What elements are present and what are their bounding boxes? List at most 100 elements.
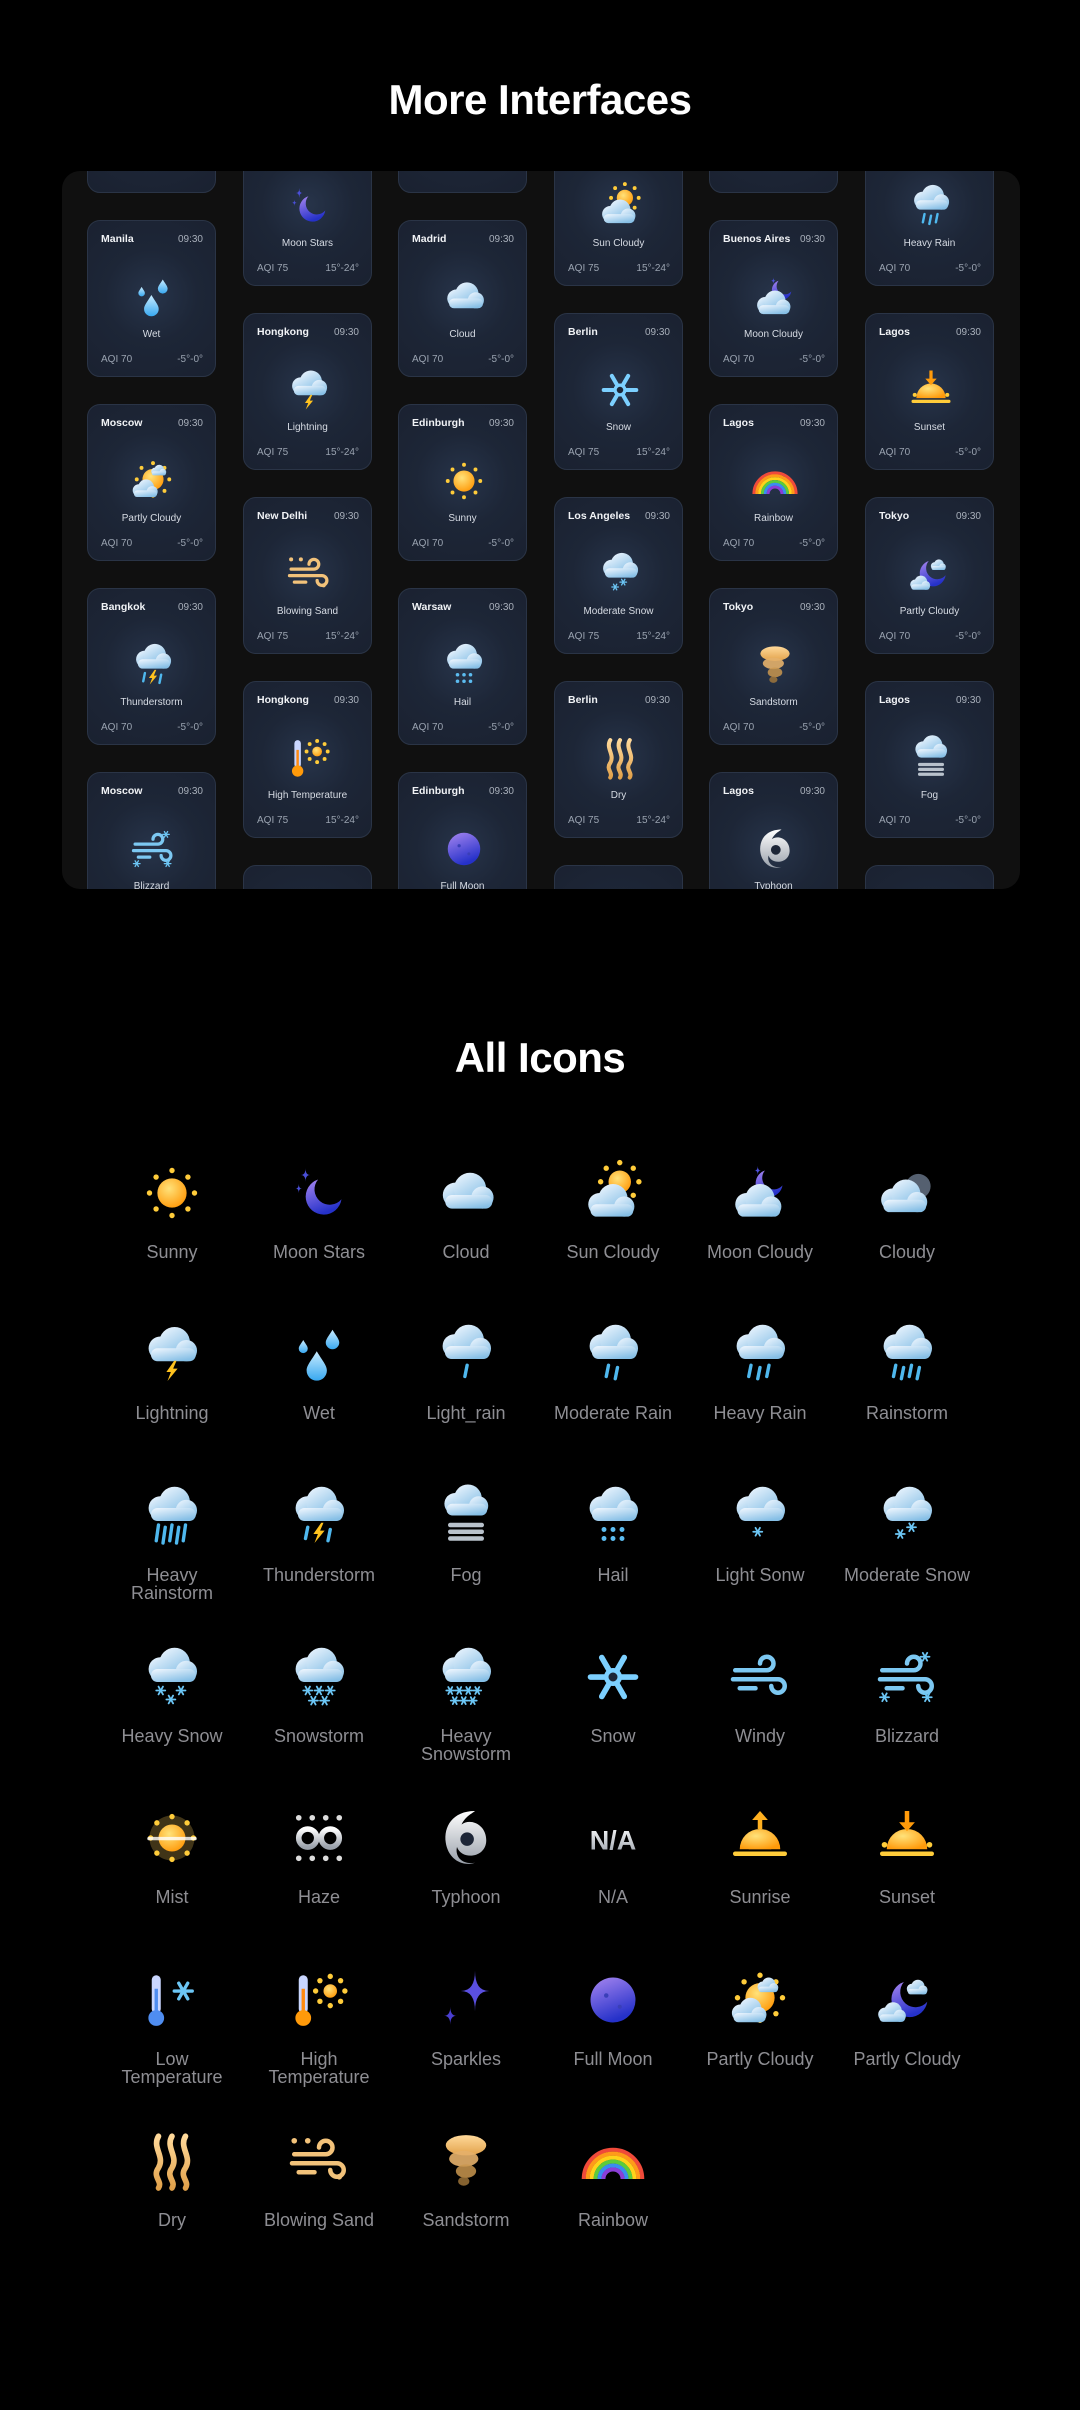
time: 09:30: [333, 695, 359, 706]
condition-label: Full Moon: [440, 881, 485, 889]
temperature-range: 15°-24°: [325, 263, 359, 274]
weather-card[interactable]: Lagos 09:30 Fog AQI 70 -5°-0°: [865, 681, 994, 838]
aqi-value: AQI 75: [568, 263, 600, 274]
weather-card-empty[interactable]: [243, 865, 372, 889]
weather-card-empty[interactable]: [87, 171, 216, 193]
time: 09:30: [333, 511, 359, 522]
condition-label: Thunderstorm: [120, 697, 183, 708]
icon-label: Sparkles: [430, 2048, 502, 2069]
icon-label: Moon Stars: [272, 1242, 366, 1262]
temperature-range: 15°-24°: [325, 447, 359, 458]
time: 09:30: [177, 234, 203, 245]
time: 09:30: [488, 602, 514, 613]
weather-card[interactable]: New Delhi 09:30 Blowing Sand AQI 75 15°-24°: [243, 497, 372, 654]
weather-card-empty[interactable]: [709, 171, 838, 193]
icon-label: Fog: [450, 1564, 482, 1585]
weather-card[interactable]: Bangkok 09:30 Thunderstorm AQI 70 -5°-0°: [87, 588, 216, 745]
temperature-range: 15°-24°: [636, 263, 670, 274]
more-interfaces-title: More Interfaces: [388, 76, 692, 123]
temperature-range: -5°-0°: [177, 354, 203, 365]
partly-cloudy-night-icon: [871, 1964, 943, 2036]
temperature-range: -5°-0°: [955, 815, 981, 826]
weather-card[interactable]: Heavy Rain AQI 70 -5°-0°: [865, 171, 994, 286]
icon-tile: Moderate Snow: [834, 1480, 980, 1584]
weather-card[interactable]: Edinburgh09:30 Full MoonAQI 70-5°-0°: [398, 772, 527, 889]
icon-tile: Sunrise: [687, 1802, 833, 1906]
weather-card[interactable]: Edinburgh 09:30 Sunny AQI 70 -5°-0°: [398, 404, 527, 561]
full-moon-icon: [438, 823, 490, 875]
city-name: Bangkok: [101, 601, 146, 613]
icon-tile: Snowstorm: [246, 1641, 392, 1745]
moon-stars-icon: [283, 1157, 355, 1229]
heavy-snow-icon: [136, 1641, 208, 1713]
aqi-value: AQI 70: [101, 722, 133, 733]
weather-card[interactable]: Tokyo 09:30 Partly Cloudy AQI 70 -5°-0°: [865, 497, 994, 654]
condition-label: Moderate Snow: [583, 606, 654, 617]
snow-icon: [577, 1641, 649, 1713]
weather-card[interactable]: Warsaw 09:30 Hail AQI 70 -5°-0°: [398, 588, 527, 745]
icon-tile: Rainstorm: [834, 1318, 980, 1422]
sandstorm-icon: [749, 639, 801, 691]
icon-tile: Heavy Snow: [99, 1641, 245, 1745]
time: 09:30: [955, 327, 981, 338]
blizzard-icon: [871, 1641, 943, 1713]
time: 09:30: [644, 695, 670, 706]
typhoon-icon: [749, 823, 801, 875]
fog-icon: [905, 732, 957, 784]
icon-tile: Low Temperature: [99, 1964, 245, 2086]
icon-tile: Cloudy: [834, 1157, 980, 1261]
temperature-range: 15°-24°: [325, 631, 359, 642]
icon-label: Hail: [597, 1564, 629, 1585]
icon-tile: Blowing Sand: [246, 2125, 392, 2229]
temperature-range: -5°-0°: [177, 538, 203, 549]
condition-label: Lightning: [287, 422, 328, 433]
weather-card[interactable]: Buenos Aires 09:30 Moon Cloudy AQI 70 -5°-0…: [709, 220, 838, 377]
weather-card[interactable]: Madrid 09:30 Cloud AQI 70 -5°-0°: [398, 220, 527, 377]
sun-cloudy-icon: [594, 180, 646, 232]
weather-card[interactable]: Moscow09:30 BlizzardAQI 70-5°-0°: [87, 772, 216, 889]
weather-card-empty[interactable]: [398, 171, 527, 193]
icon-label: Sandstorm: [422, 2209, 510, 2230]
weather-card[interactable]: Lagos09:30 TyphoonAQI 70-5°-0°: [709, 772, 838, 889]
weather-card[interactable]: Manila 09:30 Wet AQI 70 -5°-0°: [87, 220, 216, 377]
moderate-snow-icon: [871, 1480, 943, 1552]
icon-label: Sunny: [146, 1242, 198, 1262]
weather-card[interactable]: Hongkong 09:30 High Temperature AQI 75 15°-…: [243, 681, 372, 838]
weather-card-empty[interactable]: [865, 865, 994, 889]
weather-card-empty[interactable]: [554, 865, 683, 889]
condition-label: Rainbow: [754, 513, 793, 524]
icon-tile: Snow: [540, 1641, 686, 1745]
condition-label: Fog: [920, 790, 939, 801]
city-name: Lagos: [723, 785, 754, 797]
weather-card[interactable]: Lagos 09:30 Sunset AQI 70 -5°-0°: [865, 313, 994, 470]
time: 09:30: [799, 234, 825, 245]
condition-label: Sun Cloudy: [592, 238, 645, 249]
time: 09:30: [177, 786, 203, 797]
weather-card[interactable]: Tokyo 09:30 Sandstorm AQI 70 -5°-0°: [709, 588, 838, 745]
weather-card[interactable]: Hongkong 09:30 Lightning AQI 75 15°-24°: [243, 313, 372, 470]
snowstorm-icon: [283, 1641, 355, 1713]
icon-tile: Sunset: [834, 1802, 980, 1906]
weather-card[interactable]: Moscow 09:30 Partly Cloudy AQI 70 -5°-0°: [87, 404, 216, 561]
icon-label: Dry: [158, 2209, 186, 2230]
time: 09:30: [644, 327, 670, 338]
dry-icon: [594, 732, 646, 784]
haze-icon: [283, 1802, 355, 1874]
weather-card[interactable]: Berlin 09:30 Snow AQI 75 15°-24°: [554, 313, 683, 470]
icon-tile: N/A N/A: [540, 1802, 686, 1906]
weather-card[interactable]: Los Angeles 09:30 Moderate Snow AQI 75 15°-…: [554, 497, 683, 654]
icon-tile: Heavy Rainstorm: [99, 1480, 245, 1602]
weather-card[interactable]: Moon Stars AQI 75 15°-24°: [243, 171, 372, 286]
moderate-rain-icon: [577, 1318, 649, 1390]
blowing-sand-icon: [283, 2125, 355, 2197]
aqi-value: AQI 70: [879, 447, 911, 458]
icon-tile: Dry: [99, 2125, 245, 2229]
icon-tile: Haze: [246, 1802, 392, 1906]
icon-tile: Sparkles: [393, 1964, 539, 2068]
icon-tile: Fog: [393, 1480, 539, 1584]
svg-text:N/A: N/A: [590, 1825, 637, 1855]
icon-label: Heavy Rain: [713, 1403, 807, 1424]
weather-card[interactable]: Lagos 09:30 Rainbow AQI 70 -5°-0°: [709, 404, 838, 561]
weather-card[interactable]: Berlin 09:30 Dry AQI 75 15°-24°: [554, 681, 683, 838]
weather-card[interactable]: Sun Cloudy AQI 75 15°-24°: [554, 171, 683, 286]
